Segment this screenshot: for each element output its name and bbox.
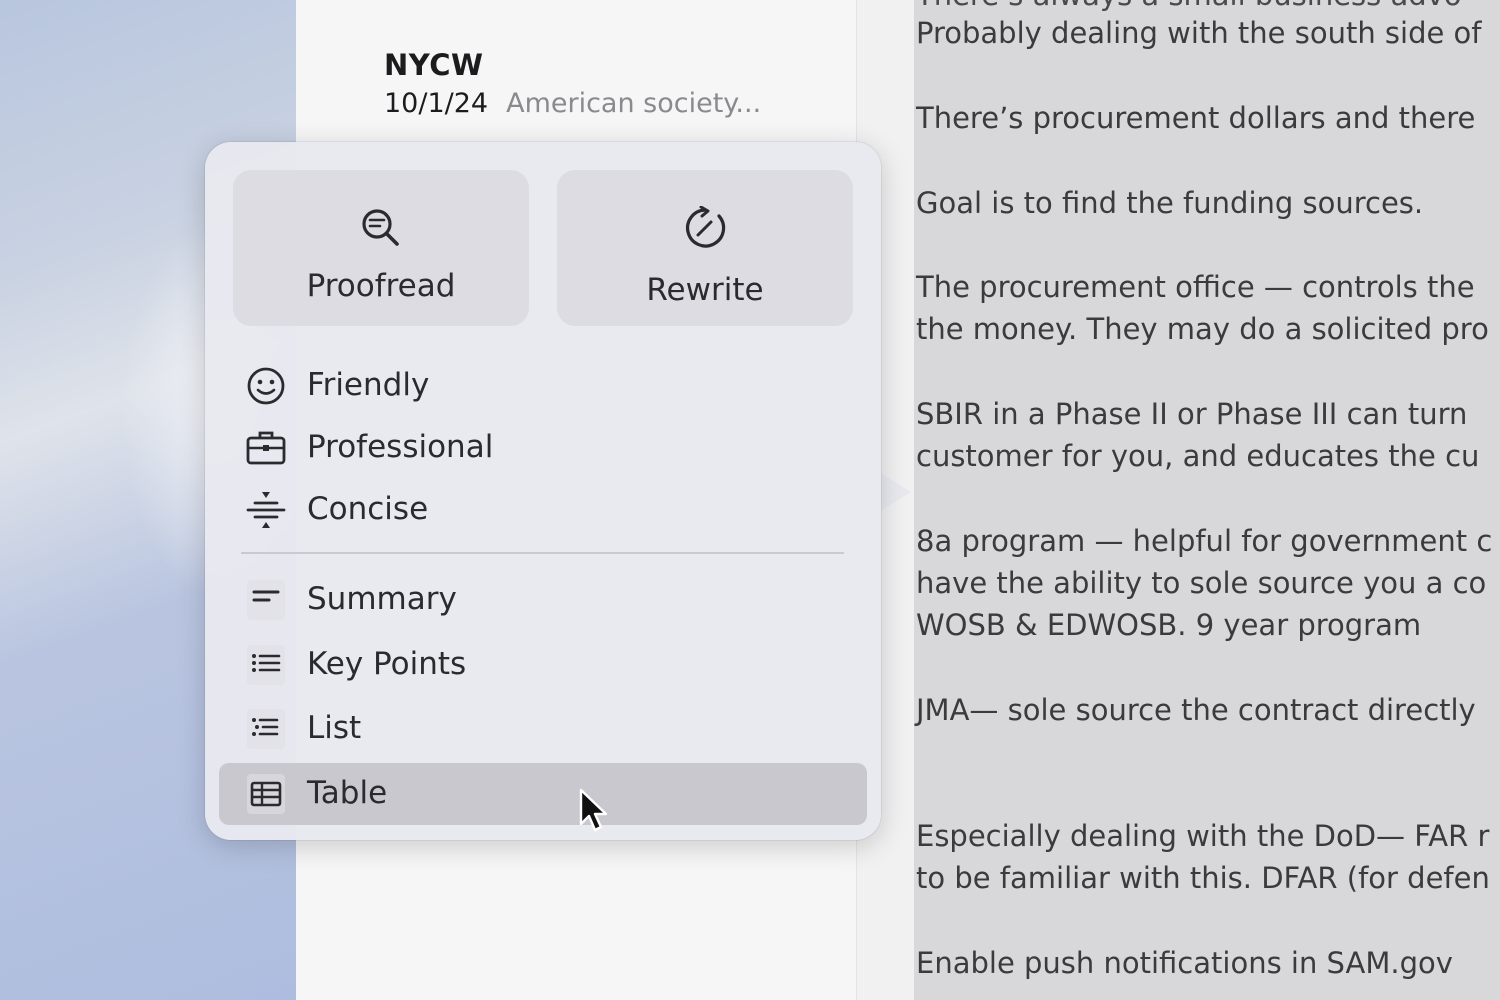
menu-item-label: Friendly [307,367,430,403]
content-line: to be familiar with this. DFAR (for defe… [916,861,1490,895]
writing-tools-popover: Proofread Rewrite Friendly Professional [205,142,881,840]
content-line: 8a program — helpful for government c [916,524,1493,558]
menu-item-label: Professional [307,429,494,465]
menu-item-label: List [307,710,362,746]
mouse-cursor-icon [579,788,608,832]
content-line: SBIR in a Phase II or Phase III can turn [916,397,1468,431]
rewrite-button[interactable]: Rewrite [557,170,853,326]
content-line: customer for you, and educates the cu [916,439,1480,473]
menu-item-table[interactable]: Table [219,763,867,825]
content-line: have the ability to sole source you a co [916,566,1487,600]
menu-item-label: Table [307,775,388,811]
menu-item-professional[interactable]: Professional [219,417,867,479]
table-icon [247,774,285,814]
content-line: Probably dealing with the south side of [916,16,1482,50]
proofread-icon [362,209,399,246]
menu-separator [241,552,844,554]
smiley-icon [247,367,285,405]
compress-icon [246,492,286,528]
content-line: There’s procurement dollars and there [916,101,1476,135]
menu-item-friendly[interactable]: Friendly [219,355,867,417]
menu-item-key-points[interactable]: Key Points [219,634,867,696]
content-line: Goal is to find the funding sources. [916,186,1424,220]
content-line: the money. They may do a solicited pro [916,312,1489,346]
note-preview: American society... [506,88,762,119]
content-line: Especially dealing with the DoD— FAR r [916,819,1490,853]
menu-item-label: Summary [307,581,457,617]
briefcase-icon [246,431,286,465]
menu-item-list[interactable]: List [219,698,867,760]
content-line: The procurement office — controls the [916,270,1475,304]
note-title[interactable]: NYCW [384,48,484,82]
proofread-label: Proofread [306,268,456,304]
content-line: WOSB & EDWOSB. 9 year program [916,608,1422,642]
summary-icon [247,580,285,620]
menu-item-label: Key Points [307,646,467,682]
content-line: JMA— sole source the contract directly [916,693,1476,727]
note-date: 10/1/24 [384,88,489,119]
rewrite-label: Rewrite [646,272,764,308]
menu-item-concise[interactable]: Concise [219,479,867,541]
menu-item-summary[interactable]: Summary [219,569,867,631]
note-content[interactable]: There’s always a small business advo Pro… [914,0,1500,1000]
content-line: Enable push notifications in SAM.gov [916,946,1453,980]
list-icon [247,709,285,749]
rewrite-icon [685,206,726,248]
note-meta[interactable]: 10/1/24 American society... [384,88,761,119]
menu-item-label: Concise [307,491,429,527]
bullet-list-icon [247,645,285,685]
proofread-button[interactable]: Proofread [233,170,529,326]
